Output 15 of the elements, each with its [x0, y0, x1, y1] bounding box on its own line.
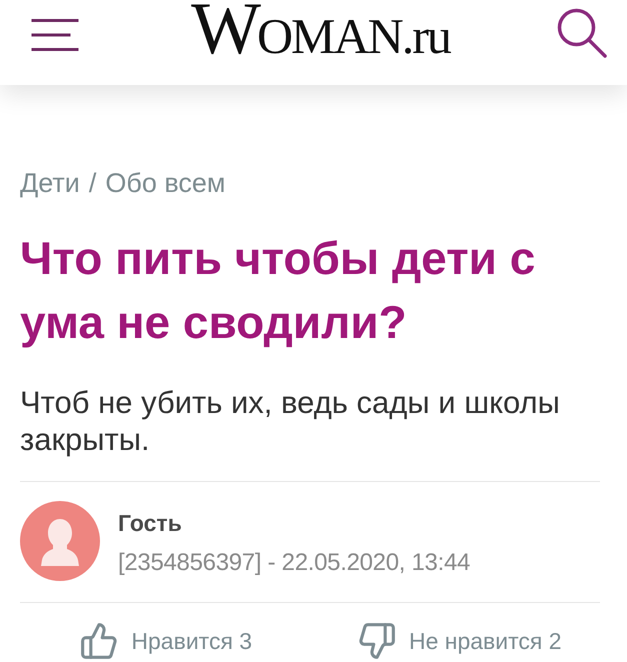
thumbs-down-icon[interactable]: [358, 623, 395, 659]
reaction-label[interactable]: Не нравится 2: [408, 628, 562, 654]
thumbs-up-icon[interactable]: [81, 623, 118, 659]
reaction-label[interactable]: Нравится 3: [131, 628, 252, 654]
breadcrumb-separator: /: [88, 168, 96, 198]
site-logo[interactable]: WOMAN.ru: [191, 0, 450, 66]
topic-text: Чтоб не убить их, ведь сады и школы закрыты.: [20, 384, 561, 458]
avatar-icon: [20, 501, 100, 581]
breadcrumb-link[interactable]: Обо всем: [105, 168, 226, 198]
menu-icon[interactable]: [30, 18, 80, 50]
topic-title: Что пить чтобы дети с ума не сводили?: [20, 231, 536, 350]
post-meta: [2354856397] - 22.05.2020, 13:44: [118, 549, 470, 577]
author-name: Гость: [118, 509, 182, 537]
breadcrumb-link[interactable]: Дети: [20, 168, 80, 198]
search-icon[interactable]: [556, 8, 607, 58]
